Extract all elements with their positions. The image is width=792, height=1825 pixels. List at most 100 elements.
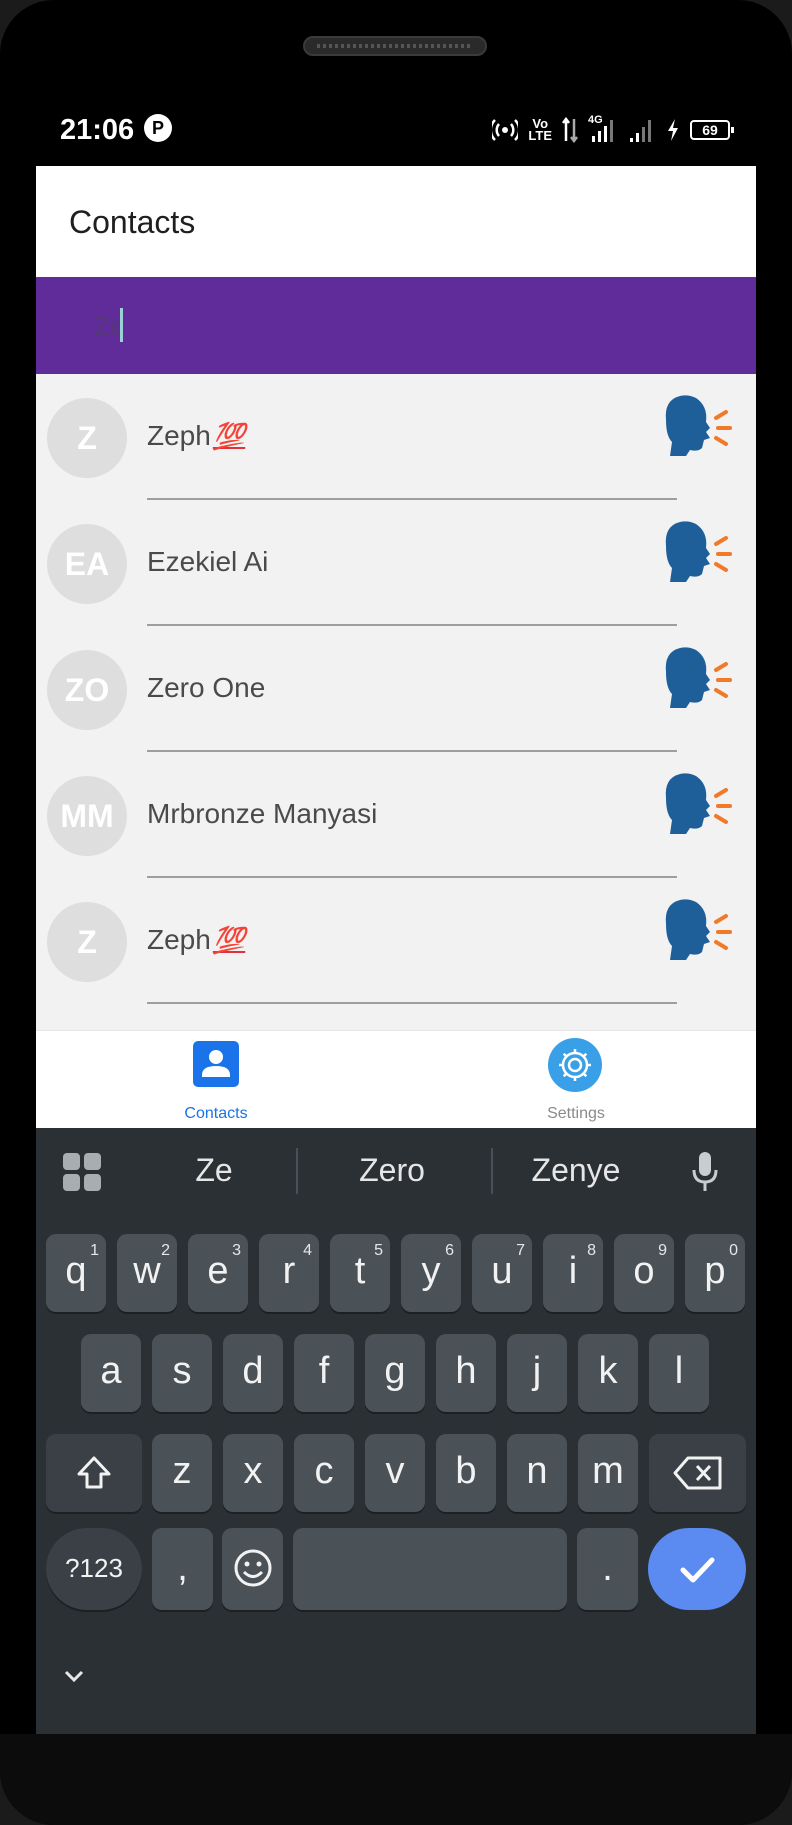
key-s[interactable]: s [152, 1334, 212, 1412]
key-hint: 4 [303, 1242, 312, 1259]
key-hint: 0 [729, 1242, 738, 1259]
key-z[interactable]: z [152, 1434, 212, 1512]
avatar: Z [47, 398, 127, 478]
key-r[interactable]: r4 [259, 1234, 319, 1312]
page-title: Contacts [69, 204, 196, 240]
key-hint: 9 [658, 1242, 667, 1259]
suggestion-1[interactable]: Ze [124, 1152, 304, 1189]
search-input[interactable] [92, 303, 596, 349]
contact-row[interactable]: Z Zeph💯 [36, 374, 756, 500]
signal-icon [630, 120, 651, 142]
key-i[interactable]: i8 [543, 1234, 603, 1312]
speak-head-icon[interactable] [660, 644, 738, 716]
contacts-icon [193, 1041, 239, 1087]
search-bar [36, 277, 756, 374]
key-q[interactable]: q1 [46, 1234, 106, 1312]
bottom-bezel [0, 1734, 792, 1825]
key-o[interactable]: o9 [614, 1234, 674, 1312]
backspace-icon [673, 1456, 721, 1490]
microphone-icon[interactable] [690, 1150, 720, 1194]
key-b[interactable]: b [436, 1434, 496, 1512]
speak-head-icon[interactable] [660, 518, 738, 590]
contact-name: Mrbronze Manyasi [147, 798, 378, 829]
tab-settings[interactable]: Settings [396, 1031, 756, 1129]
key-d[interactable]: d [223, 1334, 283, 1412]
speak-head-icon[interactable] [660, 770, 738, 842]
shift-arrow-icon [77, 1456, 111, 1489]
speak-head-icon[interactable] [660, 392, 738, 464]
key-u[interactable]: u7 [472, 1234, 532, 1312]
row-divider [147, 1002, 677, 1004]
key-y[interactable]: y6 [401, 1234, 461, 1312]
contact-row[interactable]: ZO Zero One [36, 626, 756, 752]
data-transfer-icon [562, 117, 578, 143]
key-hint: 5 [374, 1242, 383, 1259]
volte-indicator: Vo LTE [528, 116, 552, 143]
emoji-key[interactable] [222, 1528, 283, 1610]
key-hint: 6 [445, 1242, 454, 1259]
suggestion-2[interactable]: Zero [302, 1152, 482, 1189]
notification-app-icon: P [144, 114, 172, 142]
backspace-key[interactable] [649, 1434, 746, 1512]
apps-grid-icon[interactable] [62, 1152, 102, 1192]
signal-4g-icon: 4G [588, 114, 618, 144]
key-j[interactable]: j [507, 1334, 567, 1412]
avatar: MM [47, 776, 127, 856]
avatar: Z [47, 902, 127, 982]
tab-label: Contacts [184, 1105, 248, 1122]
tab-label: Settings [547, 1105, 605, 1122]
key-g[interactable]: g [365, 1334, 425, 1412]
settings-gear-icon [548, 1038, 602, 1092]
soft-keyboard: Ze Zero Zenye ?123 , . q 1 w 2 e 3 r 4 t… [36, 1128, 756, 1734]
key-e[interactable]: e3 [188, 1234, 248, 1312]
space-key[interactable] [293, 1528, 567, 1610]
avatar: ZO [47, 650, 127, 730]
text-cursor [120, 308, 123, 342]
suggestion-strip: Ze Zero Zenye [36, 1128, 756, 1216]
key-c[interactable]: c [294, 1434, 354, 1512]
app-bar: Contacts [36, 166, 756, 277]
symbols-key[interactable]: ?123 [46, 1528, 142, 1610]
comma-key[interactable]: , [152, 1528, 213, 1610]
key-x[interactable]: x [223, 1434, 283, 1512]
key-m[interactable]: m [578, 1434, 638, 1512]
status-clock: 21:06 [60, 114, 135, 146]
key-n[interactable]: n [507, 1434, 567, 1512]
key-hint: 7 [516, 1242, 525, 1259]
contact-name: Zero One [147, 672, 266, 703]
key-t[interactable]: t5 [330, 1234, 390, 1312]
suggestion-3[interactable]: Zenye [486, 1152, 666, 1189]
period-key[interactable]: . [577, 1528, 638, 1610]
key-hint: 1 [90, 1242, 99, 1259]
key-v[interactable]: v [365, 1434, 425, 1512]
contact-row[interactable]: MM Mrbronze Manyasi [36, 752, 756, 878]
key-hint: 8 [587, 1242, 596, 1259]
emoji-icon [234, 1549, 271, 1587]
key-p[interactable]: p0 [685, 1234, 745, 1312]
key-k[interactable]: k [578, 1334, 638, 1412]
key-hint: 2 [161, 1242, 170, 1259]
contact-name: Ezekiel Ai [147, 546, 269, 577]
key-f[interactable]: f [294, 1334, 354, 1412]
tab-contacts[interactable]: Contacts [36, 1031, 396, 1129]
enter-key[interactable] [648, 1528, 746, 1610]
chevron-down-icon[interactable] [62, 1668, 86, 1684]
hundred-points-emoji: 💯 [212, 925, 246, 955]
checkmark-icon [680, 1557, 715, 1583]
key-h[interactable]: h [436, 1334, 496, 1412]
hundred-points-emoji: 💯 [212, 421, 246, 451]
shift-key[interactable] [46, 1434, 142, 1512]
phone-frame: 21:06 P Vo LTE 4G 69 Contacts Ze Z Zeph💯… [0, 0, 792, 1825]
key-l[interactable]: l [649, 1334, 709, 1412]
key-a[interactable]: a [81, 1334, 141, 1412]
contact-name: Zeph💯 [147, 924, 246, 955]
bottom-tab-bar: Contacts Settings [36, 1030, 756, 1129]
speak-head-icon[interactable] [660, 896, 738, 968]
key-w[interactable]: w2 [117, 1234, 177, 1312]
contact-row[interactable]: Z Zeph💯 [36, 878, 756, 1004]
contact-row[interactable]: EA Ezekiel Ai [36, 500, 756, 626]
contact-name: Zeph💯 [147, 420, 246, 451]
app-screen: Contacts ZZeph💯EAEzekiel AiZOZero OneMMM… [36, 166, 756, 1734]
hotspot-icon [492, 119, 519, 141]
status-bar: 21:06 P Vo LTE 4G 69 [36, 100, 756, 160]
